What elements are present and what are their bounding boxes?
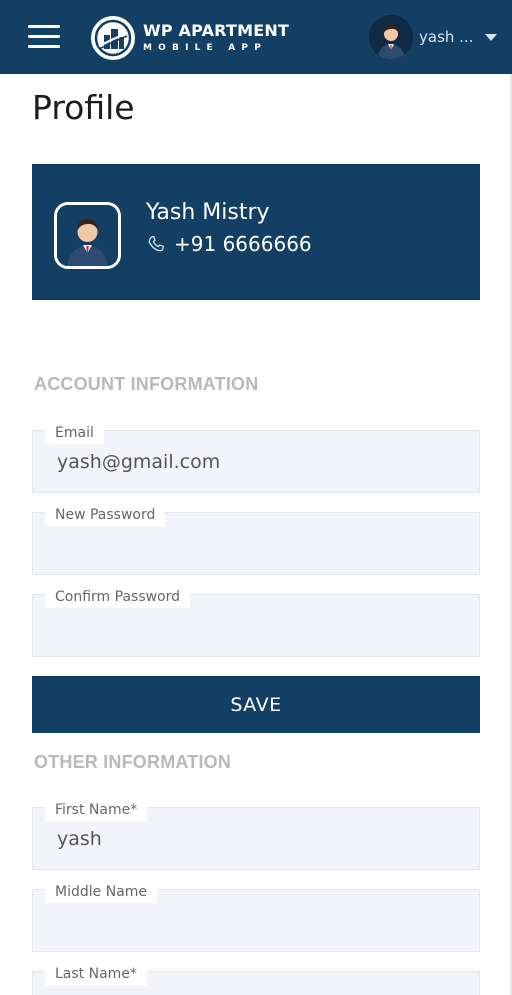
profile-card: Yash Mistry +91 6666666 bbox=[32, 164, 480, 300]
confirm-password-input[interactable] bbox=[57, 615, 457, 637]
logo-text: WP APARTMENT MOBILE APP bbox=[143, 22, 289, 54]
page-title: Profile bbox=[32, 88, 135, 127]
email-field[interactable]: Email bbox=[32, 424, 480, 493]
avatar bbox=[369, 15, 413, 59]
top-app-bar: WP APARTMENT MOBILE APP yash ... bbox=[0, 0, 512, 74]
save-button[interactable]: SAVE bbox=[32, 676, 480, 733]
other-information-heading: OTHER INFORMATION bbox=[34, 752, 232, 772]
profile-phone: +91 6666666 bbox=[146, 232, 312, 256]
email-label: Email bbox=[45, 424, 104, 444]
new-password-label: New Password bbox=[45, 506, 166, 526]
profile-name: Yash Mistry bbox=[146, 200, 270, 225]
logo-subtitle: MOBILE APP bbox=[143, 43, 267, 53]
building-logo-icon bbox=[89, 14, 137, 62]
last-name-label: Last Name* bbox=[45, 965, 147, 985]
new-password-input[interactable] bbox=[57, 533, 457, 555]
new-password-field[interactable]: New Password bbox=[32, 506, 480, 575]
user-name: yash ... bbox=[419, 28, 474, 46]
first-name-input[interactable] bbox=[57, 828, 457, 850]
first-name-label: First Name* bbox=[45, 801, 148, 821]
last-name-field[interactable]: Last Name* bbox=[32, 965, 480, 995]
confirm-password-field[interactable]: Confirm Password bbox=[32, 588, 480, 657]
middle-name-input[interactable] bbox=[57, 910, 457, 932]
logo-title: WP APARTMENT bbox=[143, 21, 290, 40]
email-input[interactable] bbox=[57, 451, 457, 473]
page: WP APARTMENT MOBILE APP yash ... Profile bbox=[0, 0, 512, 995]
chevron-down-icon[interactable] bbox=[485, 33, 497, 41]
first-name-field[interactable]: First Name* bbox=[32, 801, 480, 870]
middle-name-field[interactable]: Middle Name bbox=[32, 883, 480, 952]
phone-number: +91 6666666 bbox=[174, 232, 312, 256]
confirm-password-label: Confirm Password bbox=[45, 588, 191, 608]
hamburger-icon[interactable] bbox=[28, 25, 60, 49]
account-information-heading: ACCOUNT INFORMATION bbox=[34, 374, 259, 394]
middle-name-label: Middle Name bbox=[45, 883, 157, 903]
app-logo[interactable]: WP APARTMENT MOBILE APP bbox=[89, 14, 289, 62]
phone-icon bbox=[148, 235, 164, 252]
profile-avatar bbox=[54, 202, 121, 269]
user-menu[interactable]: yash ... bbox=[369, 15, 497, 59]
